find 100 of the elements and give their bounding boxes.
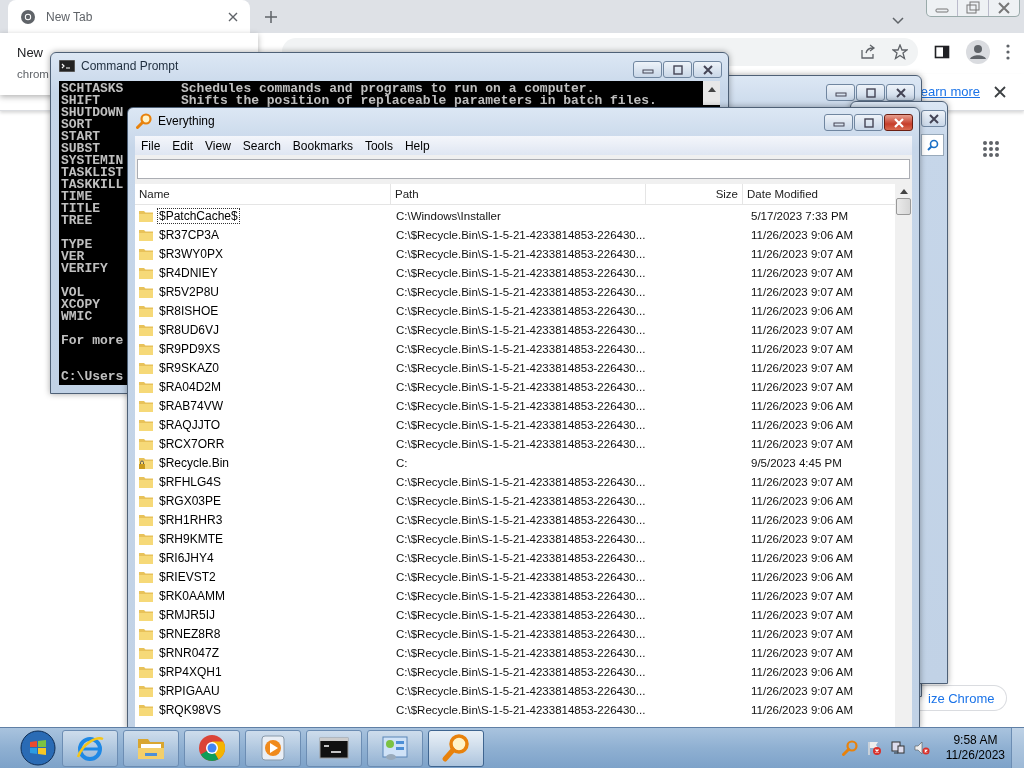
menu-item[interactable]: Search (236, 138, 287, 153)
file-name[interactable]: $RMJR5IJ (157, 606, 217, 623)
console-text: START (61, 131, 100, 143)
file-name[interactable]: $R8UD6VJ (157, 321, 222, 338)
file-name[interactable]: $RPIGAAU (157, 682, 222, 699)
file-name[interactable]: $R9PD9XS (157, 340, 223, 357)
volume-muted-icon[interactable] (913, 740, 930, 756)
menu-item[interactable]: File (135, 138, 167, 153)
folder-icon (138, 303, 154, 318)
share-icon[interactable] (860, 44, 876, 60)
profile-icon[interactable] (966, 40, 990, 64)
path-cell-text: C:\$Recycle.Bin\S-1-5-21-4233814853-226430... (395, 266, 646, 279)
browser-logo-icon (197, 733, 227, 763)
scroll-up-button[interactable] (703, 81, 720, 105)
clock[interactable]: 9:58 AM 11/26/2023 (945, 733, 1005, 763)
file-name[interactable]: $RI6JHY4 (157, 549, 216, 566)
window-controls[interactable] (926, 0, 1020, 17)
minimize-button[interactable] (826, 84, 855, 101)
menu-icon[interactable] (1006, 44, 1010, 60)
chevron-down-icon[interactable] (892, 16, 904, 25)
menu-item[interactable]: Edit (166, 138, 200, 153)
column-header[interactable]: Size (646, 184, 743, 204)
date-cell-text: 11/26/2023 9:07 AM (750, 608, 855, 621)
console-text: SYSTEMIN (61, 155, 124, 167)
folder-icon (138, 645, 154, 660)
close-button[interactable] (884, 114, 913, 131)
close-icon (892, 117, 905, 128)
file-name[interactable]: $RH9KMTE (157, 530, 225, 547)
new-tab-icon[interactable] (265, 10, 277, 23)
file-name[interactable]: $RK0AAMM (157, 587, 228, 604)
folder-icon (138, 436, 154, 451)
date-cell-text: 11/26/2023 9:06 AM (750, 665, 855, 678)
column-header[interactable]: Name (135, 184, 391, 204)
file-name[interactable]: $RAQJJTO (157, 416, 223, 433)
file-name[interactable]: $RNEZ8R8 (157, 625, 223, 642)
star-icon[interactable] (892, 44, 908, 60)
maximize-button[interactable] (856, 84, 885, 101)
scroll-thumb[interactable] (896, 198, 911, 215)
date-cell-text: 11/26/2023 9:06 AM (750, 703, 855, 716)
folder-icon (138, 417, 154, 432)
minimize-button[interactable] (633, 61, 662, 78)
file-name[interactable]: $Recycle.Bin (157, 454, 232, 471)
file-name[interactable]: $R9SKAZ0 (157, 359, 222, 376)
folder-icon (138, 398, 154, 413)
folder-icon (138, 531, 154, 546)
file-name[interactable]: $R4DNIEY (157, 264, 220, 281)
file-name[interactable]: $RA04D2M (157, 378, 224, 395)
close-button[interactable] (886, 84, 915, 101)
learn-more-link[interactable]: earn more (920, 85, 980, 99)
console-text: VOL (61, 287, 85, 299)
close-button[interactable] (693, 61, 722, 78)
file-name[interactable]: $R8ISHOE (157, 302, 221, 319)
locked-folder-icon (138, 455, 154, 470)
date-cell-text: 11/26/2023 9:07 AM (750, 361, 855, 374)
path-cell-text: C:\$Recycle.Bin\S-1-5-21-4233814853-226430... (395, 513, 646, 526)
maximize-button[interactable] (854, 114, 883, 131)
menu-item[interactable]: View (199, 138, 237, 153)
menu-item[interactable]: Help (398, 138, 436, 153)
search-field[interactable] (137, 159, 910, 179)
browser-tab[interactable]: New Tab (8, 0, 250, 33)
file-name[interactable]: $RFHLG4S (157, 473, 224, 490)
path-cell-text: C:\$Recycle.Bin\S-1-5-21-4233814853-226430... (395, 665, 646, 678)
maximize-button[interactable] (663, 61, 692, 78)
start-button[interactable] (20, 730, 56, 766)
file-name[interactable]: $RCX7ORR (157, 435, 227, 452)
close-icon[interactable] (994, 86, 1006, 98)
file-name[interactable]: $RH1RHR3 (157, 511, 225, 528)
menu-item[interactable]: Tools (358, 138, 399, 153)
taskbar-button[interactable] (306, 729, 362, 767)
file-name[interactable]: $RAB74VW (157, 397, 226, 414)
file-name[interactable]: $R5V2P8U (157, 283, 222, 300)
file-name[interactable]: $RQK98VS (157, 701, 224, 718)
console-text: SORT (61, 119, 93, 131)
file-name[interactable]: $PatchCache$ (157, 207, 240, 224)
close-button[interactable] (921, 110, 946, 127)
file-name[interactable]: $RIEVST2 (157, 568, 218, 585)
file-name[interactable]: $RNR047Z (157, 644, 222, 661)
apps-grid-icon[interactable] (982, 140, 1000, 158)
network-icon[interactable] (889, 740, 906, 756)
column-header[interactable]: Path (391, 184, 646, 204)
close-icon[interactable] (228, 11, 238, 22)
flag-icon[interactable] (865, 740, 882, 756)
file-name[interactable]: $R3WY0PX (157, 245, 226, 262)
file-name[interactable]: $R37CP3A (157, 226, 222, 243)
close-icon (894, 87, 907, 98)
customize-button[interactable]: ize Chrome (918, 685, 1008, 711)
path-cell-text: C: (395, 456, 409, 469)
scrollbar[interactable] (895, 184, 912, 728)
maximize-icon (862, 117, 875, 128)
menu-item[interactable]: Bookmarks (286, 138, 359, 153)
scroll-up-icon[interactable] (899, 189, 908, 194)
path-cell-text: C:\$Recycle.Bin\S-1-5-21-4233814853-226430... (395, 570, 646, 583)
minimize-button[interactable] (824, 114, 853, 131)
side-panel-icon[interactable] (934, 44, 950, 60)
date-cell-text: 11/26/2023 9:06 AM (750, 418, 855, 431)
file-name[interactable]: $RGX03PE (157, 492, 224, 509)
path-cell-text: C:\$Recycle.Bin\S-1-5-21-4233814853-226430... (395, 418, 646, 431)
search-field[interactable] (921, 134, 944, 156)
console-text: Schedules commands and programs to run on a computer. (181, 83, 595, 95)
file-name[interactable]: $RP4XQH1 (157, 663, 224, 680)
